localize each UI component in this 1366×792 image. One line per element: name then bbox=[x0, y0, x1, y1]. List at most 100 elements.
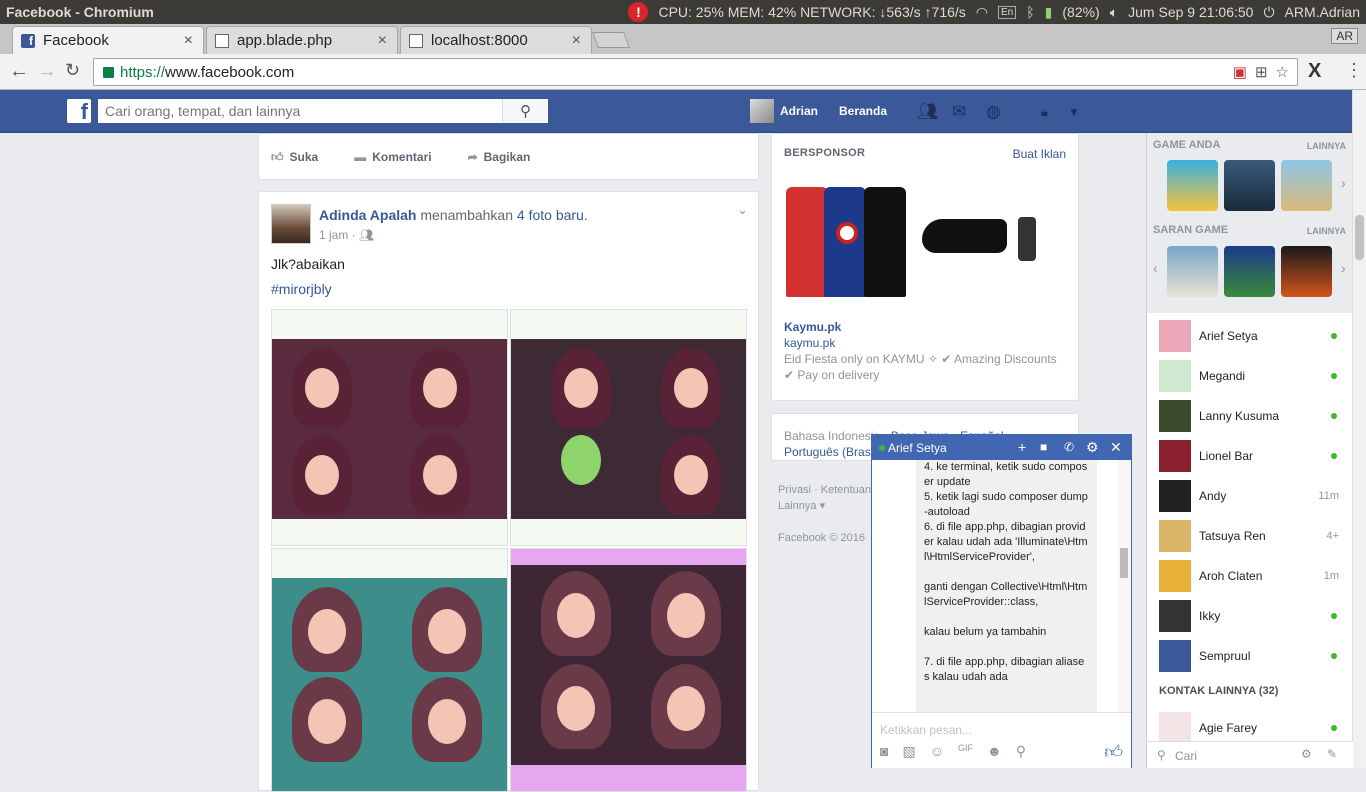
sticker-icon[interactable]: ☺ bbox=[930, 743, 944, 760]
author-name[interactable]: Adinda Apalah bbox=[319, 207, 417, 223]
close-tab-icon[interactable]: × bbox=[572, 32, 581, 50]
tab-localhost[interactable]: localhost:8000 × bbox=[400, 26, 592, 54]
comment-button[interactable]: ▬ Komentari bbox=[354, 150, 431, 165]
camera-icon[interactable]: ◙ bbox=[880, 743, 888, 760]
thumbs-up-icon[interactable]: 👍︎ bbox=[1104, 741, 1123, 763]
contact-row[interactable]: Arief Setya bbox=[1147, 316, 1353, 356]
game-tile[interactable] bbox=[1167, 246, 1218, 297]
clock[interactable]: Jum Sep 9 21:06:50 bbox=[1128, 4, 1253, 20]
contact-row[interactable]: Lanny Kusuma bbox=[1147, 396, 1353, 436]
ad-image[interactable] bbox=[784, 177, 909, 301]
bluetooth-icon[interactable]: ᛒ bbox=[1026, 4, 1034, 20]
post-hashtag[interactable]: #mirorjbly bbox=[271, 281, 332, 297]
prev-chevron-icon[interactable]: ‹ bbox=[1153, 260, 1158, 276]
close-tab-icon[interactable]: × bbox=[184, 32, 193, 50]
attach-icon[interactable]: ⚲ bbox=[1016, 743, 1026, 760]
messages-icon[interactable]: ✉︎ bbox=[952, 102, 966, 122]
volume-icon[interactable]: 🔈︎ bbox=[1110, 4, 1118, 21]
chat-header[interactable]: Arief Setya + ■ ✆ ⚙ ✕ bbox=[872, 435, 1131, 460]
extension-icon[interactable]: X bbox=[1308, 60, 1321, 83]
gear-icon[interactable]: ⚙ bbox=[1301, 747, 1312, 761]
battery-icon[interactable]: ▮ bbox=[1045, 4, 1053, 21]
footer-links[interactable]: Privasi · Ketentuan · Lainnya ▾ Facebook… bbox=[778, 482, 878, 546]
forward-icon[interactable]: → bbox=[37, 60, 57, 83]
next-chevron-icon[interactable]: › bbox=[1341, 175, 1346, 191]
game-tile[interactable] bbox=[1224, 160, 1275, 211]
more-games-link[interactable]: LAINNYA bbox=[1307, 141, 1346, 151]
contact-row[interactable]: Ikky bbox=[1147, 596, 1353, 636]
author-avatar[interactable] bbox=[271, 204, 311, 244]
close-icon[interactable]: ✕ bbox=[1110, 439, 1122, 456]
profile-link[interactable]: Adrian bbox=[780, 104, 818, 118]
search-input[interactable] bbox=[98, 99, 502, 123]
post-photo[interactable] bbox=[510, 309, 747, 546]
search-icon[interactable]: ⚲ bbox=[502, 99, 548, 123]
bookmark-star-icon[interactable]: ☆ bbox=[1276, 63, 1289, 81]
share-button[interactable]: ➦ Bagikan bbox=[468, 150, 531, 165]
contact-row[interactable]: Andy 11m bbox=[1147, 476, 1353, 516]
contact-row[interactable]: Sempruul bbox=[1147, 636, 1353, 676]
warning-icon[interactable]: ! bbox=[628, 2, 649, 22]
tab-facebook[interactable]: f Facebook × bbox=[12, 26, 204, 54]
power-icon[interactable]: ⏻ bbox=[1263, 4, 1274, 21]
emoji-icon[interactable]: ☻ bbox=[987, 743, 1002, 760]
back-icon[interactable]: ← bbox=[9, 60, 29, 83]
post-photo[interactable] bbox=[271, 548, 508, 792]
session-user[interactable]: ARM.Adrian bbox=[1285, 4, 1360, 20]
gif-icon[interactable]: GIF bbox=[958, 743, 973, 760]
menu-icon[interactable]: ⋮ bbox=[1345, 60, 1363, 81]
blocked-popup-icon[interactable]: ▣ bbox=[1233, 63, 1247, 81]
more-suggested-link[interactable]: LAINNYA bbox=[1307, 226, 1346, 236]
ad-shoe-image[interactable] bbox=[922, 219, 1007, 253]
friend-requests-icon[interactable]: 👥︎ bbox=[917, 102, 939, 122]
next-chevron-icon[interactable]: › bbox=[1341, 260, 1346, 276]
like-button[interactable]: 👍︎ Suka bbox=[271, 150, 318, 165]
video-call-icon[interactable]: ■ bbox=[1040, 440, 1047, 454]
contact-row[interactable]: Lionel Bar bbox=[1147, 436, 1353, 476]
phone-icon[interactable]: ✆ bbox=[1064, 440, 1074, 454]
chat-search-bar[interactable]: ⚲ Cari ⚙ ✎ bbox=[1147, 741, 1353, 768]
chat-contact-name[interactable]: Arief Setya bbox=[888, 441, 947, 455]
post-verb: menambahkan bbox=[420, 207, 514, 223]
reload-icon[interactable]: ↻ bbox=[65, 60, 80, 81]
contact-row[interactable]: Megandi bbox=[1147, 356, 1353, 396]
game-tile[interactable] bbox=[1281, 246, 1332, 297]
ad-watch-image[interactable] bbox=[1018, 217, 1036, 261]
avatar[interactable] bbox=[750, 99, 774, 123]
account-menu-chevron-down-icon[interactable]: ▼ bbox=[1068, 105, 1080, 119]
keyboard-layout[interactable]: En bbox=[998, 5, 1017, 19]
add-person-icon[interactable]: + bbox=[1018, 439, 1026, 455]
close-tab-icon[interactable]: × bbox=[378, 32, 387, 50]
facebook-logo-icon[interactable]: f bbox=[67, 99, 91, 123]
gear-icon[interactable]: ⚙ bbox=[1086, 439, 1099, 456]
post-photo[interactable] bbox=[271, 309, 508, 546]
home-link[interactable]: Beranda bbox=[839, 104, 887, 118]
photo-icon[interactable]: ▧ bbox=[902, 743, 915, 760]
new-tab-button[interactable] bbox=[592, 32, 630, 48]
contact-row[interactable]: Aroh Claten 1m bbox=[1147, 556, 1353, 596]
post-photo[interactable] bbox=[510, 548, 747, 792]
chat-scrollbar[interactable] bbox=[1118, 460, 1130, 712]
ad-url[interactable]: kaymu.pk bbox=[784, 336, 835, 350]
game-tile[interactable] bbox=[1281, 160, 1332, 211]
contact-row[interactable]: Tatsuya Ren 4+ bbox=[1147, 516, 1353, 556]
photos-link[interactable]: 4 foto baru. bbox=[517, 207, 588, 223]
page-scrollbar[interactable] bbox=[1352, 90, 1366, 768]
game-tile[interactable] bbox=[1167, 160, 1218, 211]
ad-title[interactable]: Kaymu.pk bbox=[784, 320, 841, 334]
tab-app-blade[interactable]: app.blade.php × bbox=[206, 26, 398, 54]
post-time[interactable]: 1 jam · 👥︎ bbox=[319, 228, 374, 242]
chat-search-placeholder[interactable]: Cari bbox=[1175, 749, 1197, 763]
create-ad-link[interactable]: Buat Iklan bbox=[1013, 147, 1066, 161]
post-options-chevron-down-icon[interactable]: ⌄ bbox=[737, 202, 748, 218]
chat-sidebar: Arief Setya Megandi Lanny Kusuma Lionel … bbox=[1146, 313, 1353, 768]
wifi-icon[interactable]: ◠ bbox=[976, 4, 988, 21]
profile-badge[interactable]: AR bbox=[1331, 28, 1358, 44]
chat-input[interactable]: Ketikkan pesan... bbox=[880, 723, 972, 737]
new-message-icon[interactable]: ✎ bbox=[1327, 747, 1337, 761]
game-tile[interactable] bbox=[1224, 246, 1275, 297]
privacy-shortcuts-icon[interactable]: 🔒︎ bbox=[1041, 104, 1048, 120]
address-bar[interactable]: https:// www.facebook.com ▣ ⊞ ☆ bbox=[93, 58, 1298, 86]
translate-icon[interactable]: ⊞ bbox=[1255, 63, 1268, 81]
notifications-globe-icon[interactable]: ◍ bbox=[986, 102, 1001, 122]
